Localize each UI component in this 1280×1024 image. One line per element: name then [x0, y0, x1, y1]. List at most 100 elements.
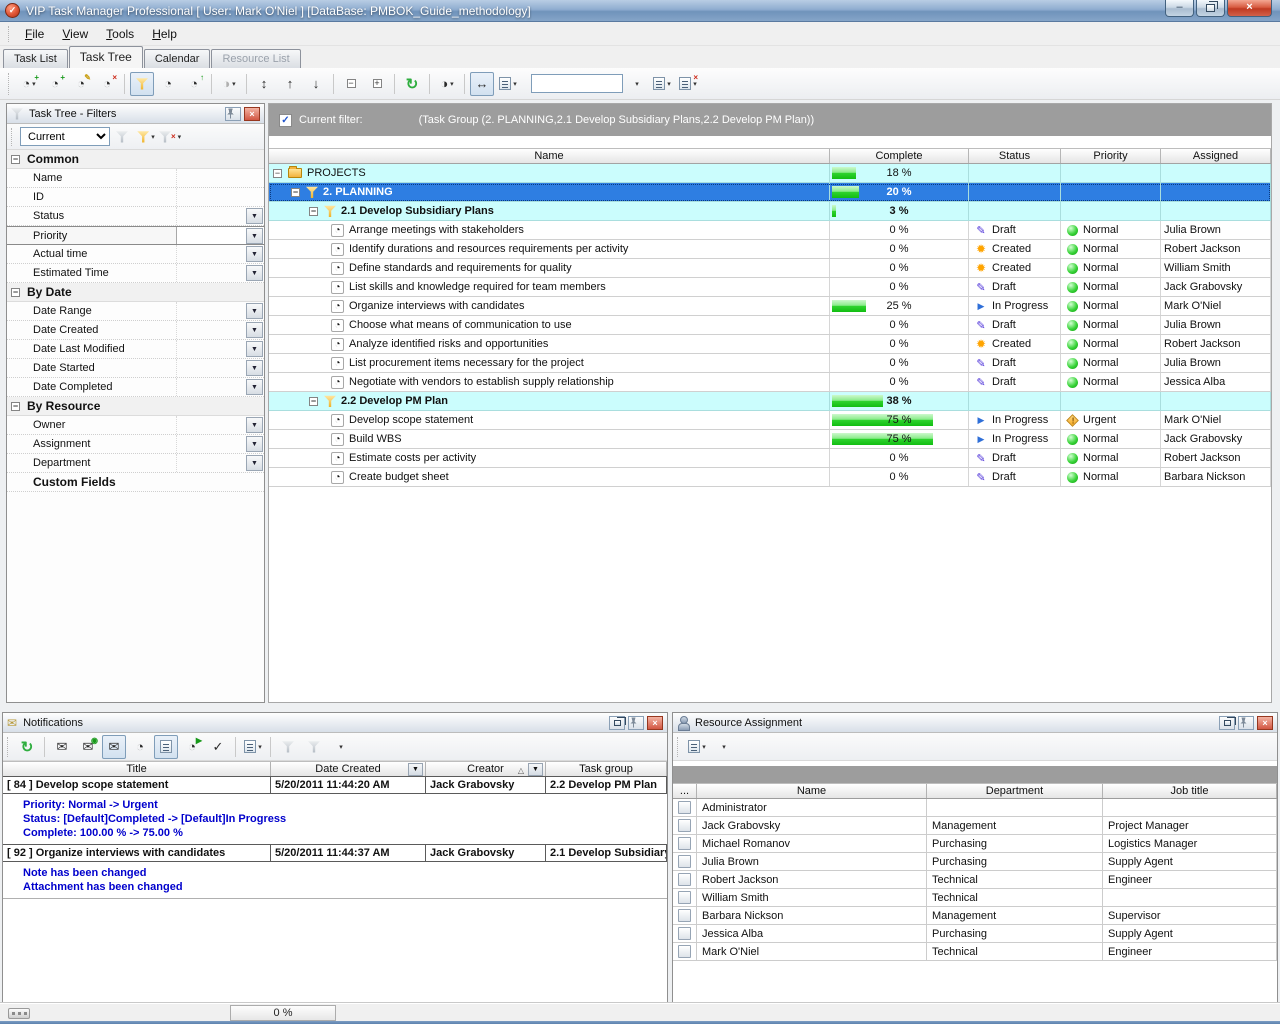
resource-row[interactable]: Barbara NicksonManagementSupervisor [673, 907, 1277, 925]
pin-button[interactable] [1238, 716, 1254, 730]
column-header-task-group[interactable]: Task group [546, 762, 667, 776]
toolbar-search-input[interactable] [531, 74, 623, 93]
task-row[interactable]: ◔Identify durations and resources requir… [269, 240, 1271, 259]
resource-row[interactable]: Jessica AlbaPurchasingSupply Agent [673, 925, 1277, 943]
current-filter-checkbox[interactable]: ✓ [279, 114, 292, 127]
resource-checkbox[interactable] [678, 909, 691, 922]
dropdown-button[interactable]: ▼ [246, 455, 263, 471]
filter-row-date-completed[interactable]: Date Completed▼ [7, 378, 264, 397]
resource-checkbox[interactable] [678, 873, 691, 886]
mark-read-button[interactable]: ✉ [50, 735, 74, 759]
task-row[interactable]: ◔Choose what means of communication to u… [269, 316, 1271, 335]
dropdown-button[interactable]: ▼ [246, 228, 263, 244]
columns-button[interactable]: ▾ [496, 72, 520, 96]
task-row[interactable]: ◔Analyze identified risks and opportunit… [269, 335, 1271, 354]
resource-checkbox[interactable] [678, 855, 691, 868]
edit-task-button[interactable]: ◔✎ [69, 72, 93, 96]
new-task-button[interactable]: ◔+▾ [17, 72, 41, 96]
column-header-department[interactable]: Department [927, 784, 1103, 798]
column-header-item[interactable]: ... [673, 784, 697, 798]
minimize-button[interactable]: – [1165, 0, 1194, 17]
task-row[interactable]: ◔List skills and knowledge required for … [269, 278, 1271, 297]
save-filter-button[interactable]: ▾ [135, 126, 157, 148]
delete-task-button[interactable]: ◔× [95, 72, 119, 96]
resource-row[interactable]: Michael RomanovPurchasingLogistics Manag… [673, 835, 1277, 853]
tab-resource-list[interactable]: Resource List [211, 49, 300, 68]
dropdown-button[interactable]: ▼ [246, 379, 263, 395]
columns-button[interactable]: ▾ [241, 735, 265, 759]
resource-checkbox[interactable] [678, 819, 691, 832]
notification-row[interactable]: [ 84 ] Develop scope statement5/20/2011 … [3, 776, 667, 794]
filter-button[interactable] [276, 735, 300, 759]
column-header-priority[interactable]: Priority [1061, 149, 1161, 163]
tree-collapse-icon[interactable]: − [309, 397, 318, 406]
filter-row-date-created[interactable]: Date Created▼ [7, 321, 264, 340]
clear-filter-button[interactable] [111, 126, 133, 148]
search-dropdown-button[interactable]: ▾ [624, 72, 648, 96]
task-row[interactable]: −2.1 Develop Subsidiary Plans3 % [269, 202, 1271, 221]
dropdown-button[interactable]: ▼ [246, 360, 263, 376]
task-time-button[interactable]: ◔ [156, 72, 180, 96]
resource-checkbox[interactable] [678, 837, 691, 850]
filter-row-date-range[interactable]: Date Range▼ [7, 302, 264, 321]
task-row[interactable]: ◔Arrange meetings with stakeholders0 %✎D… [269, 221, 1271, 240]
dropdown-button[interactable]: ▼ [246, 341, 263, 357]
column-header-status[interactable]: Status [969, 149, 1061, 163]
tab-task-tree[interactable]: Task Tree [69, 46, 143, 68]
resource-checkbox[interactable] [678, 945, 691, 958]
column-header-complete[interactable]: Complete [830, 149, 969, 163]
task-row[interactable]: −2. PLANNING20 % [269, 183, 1271, 202]
layout-delete-button[interactable]: ×▾ [676, 72, 700, 96]
fit-width-button[interactable]: ↔ [470, 72, 494, 96]
restore-panel-button[interactable] [1219, 716, 1235, 730]
collapse-icon[interactable]: − [11, 155, 20, 164]
task-row[interactable]: ◔Build WBS75 %▶In ProgressNormal Jack Gr… [269, 430, 1271, 449]
filter-row-status[interactable]: Status▼ [7, 207, 264, 226]
dropdown-button[interactable]: ▼ [246, 303, 263, 319]
resource-checkbox[interactable] [678, 891, 691, 904]
resource-checkbox[interactable] [678, 927, 691, 940]
delete-filter-button[interactable]: ×▾ [159, 126, 181, 148]
refresh-button[interactable]: ↻ [400, 72, 424, 96]
custom-fields-header[interactable]: Custom Fields [7, 473, 264, 492]
mark-unread-button[interactable]: ✉◉ [76, 735, 100, 759]
close-button[interactable]: × [1227, 0, 1272, 17]
tree-collapse-icon[interactable]: − [291, 188, 300, 197]
task-row[interactable]: ◔Create budget sheet0 %✎DraftNormal Barb… [269, 468, 1271, 487]
column-header-assigned[interactable]: Assigned [1161, 149, 1271, 163]
resource-row[interactable]: Administrator [673, 799, 1277, 817]
dropdown-button[interactable]: ▼ [246, 322, 263, 338]
show-time-button[interactable]: ◔ [128, 735, 152, 759]
filter-row-id[interactable]: ID [7, 188, 264, 207]
expand-all-button[interactable]: + [365, 72, 389, 96]
filter-section-by-date[interactable]: −By Date [7, 283, 264, 302]
filter-row-estimated-time[interactable]: Estimated Time▼ [7, 264, 264, 283]
task-complete-button[interactable]: ◔↑ [182, 72, 206, 96]
filter-row-date-last-modified[interactable]: Date Last Modified▼ [7, 340, 264, 359]
tab-task-list[interactable]: Task List [3, 49, 68, 68]
filter-row-department[interactable]: Department▼ [7, 454, 264, 473]
notification-row[interactable]: [ 92 ] Organize interviews with candidat… [3, 844, 667, 862]
move-down-button[interactable]: ↓ [304, 72, 328, 96]
resource-checkbox[interactable] [678, 801, 691, 814]
menu-item-file[interactable]: File [16, 24, 53, 44]
task-row[interactable]: −PROJECTS18 % [269, 164, 1271, 183]
column-header-creator[interactable]: Creator△▼ [426, 762, 546, 776]
pin-button[interactable] [225, 107, 241, 121]
more-options-button[interactable]: ▾ [328, 735, 352, 759]
filter-value-cell[interactable] [176, 169, 264, 187]
column-header-date-created[interactable]: Date Created▼ [271, 762, 426, 776]
menu-item-tools[interactable]: Tools [97, 24, 143, 44]
chart-button[interactable]: ◑▾ [217, 72, 241, 96]
show-details-button[interactable] [154, 735, 178, 759]
close-panel-button[interactable]: × [647, 716, 663, 730]
task-row[interactable]: ◔Define standards and requirements for q… [269, 259, 1271, 278]
task-row[interactable]: ◔Negotiate with vendors to establish sup… [269, 373, 1271, 392]
task-row[interactable]: ◔List procurement items necessary for th… [269, 354, 1271, 373]
collapse-icon[interactable]: − [11, 288, 20, 297]
pin-button[interactable] [628, 716, 644, 730]
close-panel-button[interactable]: × [244, 107, 260, 121]
task-row[interactable]: ◔Estimate costs per activity0 %✎DraftNor… [269, 449, 1271, 468]
restore-button[interactable] [1196, 0, 1225, 17]
refresh-button[interactable]: ↻ [15, 735, 39, 759]
